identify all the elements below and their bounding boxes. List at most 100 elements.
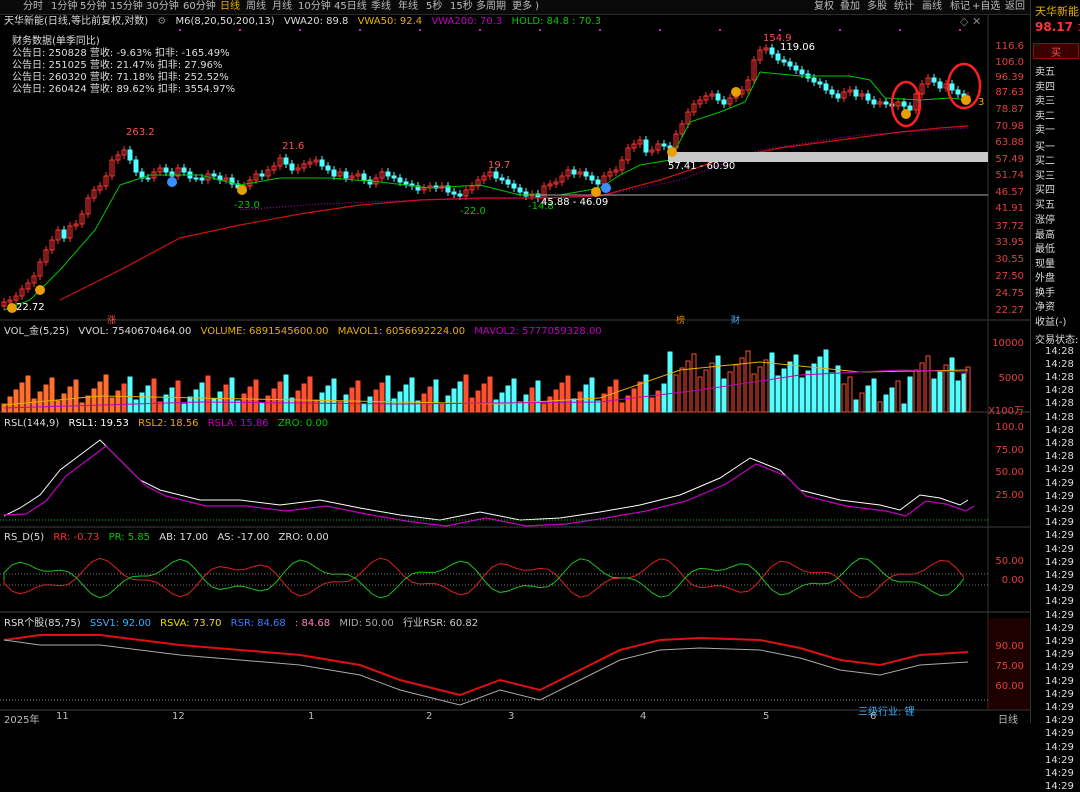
volume-bar — [271, 388, 277, 413]
volume-bar — [121, 383, 127, 413]
volume-bar — [67, 386, 73, 413]
volume-bar — [253, 379, 259, 413]
cai-marker[interactable]: 财 — [731, 313, 740, 326]
rsl-name[interactable]: RSL(144,9) — [4, 418, 59, 429]
vol-name[interactable]: VOL_金(5,25) — [4, 326, 69, 337]
candle-down — [781, 59, 787, 63]
candle-down — [397, 177, 403, 183]
dot-marker — [959, 29, 961, 31]
ask-row[interactable]: 卖二 — [1035, 107, 1055, 122]
bid-row[interactable]: 买五 — [1035, 196, 1055, 211]
volume-bar — [787, 361, 793, 413]
price-axis-label: 27.50 — [995, 271, 1024, 282]
volume-bar — [571, 398, 577, 413]
stat-row[interactable]: 最高 — [1035, 226, 1055, 241]
ask-row[interactable]: 卖四 — [1035, 78, 1055, 93]
candle-down — [871, 99, 877, 105]
stat-row[interactable]: 现量 — [1035, 255, 1055, 270]
candle-down — [817, 81, 823, 85]
ask-row[interactable]: 卖三 — [1035, 92, 1055, 107]
kline-chart[interactable] — [0, 0, 1030, 723]
volume-bar — [607, 386, 613, 413]
tick-time: 14:28 — [1045, 424, 1074, 436]
tick-time: 14:29 — [1045, 728, 1074, 740]
signal-badge — [35, 285, 45, 295]
rsr-axis-label: 75.00 — [995, 661, 1024, 672]
tick-time: 14:29 — [1045, 675, 1074, 687]
volume-bar — [535, 380, 541, 413]
candle-down — [931, 77, 937, 83]
x-axis-label: 2 — [426, 711, 433, 722]
volume-bar — [403, 384, 409, 413]
trade-status[interactable]: 交易状态: — [1035, 331, 1078, 346]
volume-bar — [757, 366, 763, 413]
ma-green-line — [3, 71, 969, 311]
volume-bar — [949, 357, 955, 413]
rsd-name[interactable]: RS_D(5) — [4, 532, 44, 543]
volume-bar — [559, 382, 565, 413]
volume-bar — [649, 397, 655, 413]
candle-down — [199, 177, 205, 181]
volume-bar — [781, 368, 787, 413]
buy-button[interactable]: 买 — [1033, 43, 1079, 59]
pr-value: PR: 5.85 — [108, 532, 151, 543]
volume-bar — [829, 372, 835, 413]
stat-row[interactable]: 外盘 — [1035, 269, 1055, 284]
bid-row[interactable]: 买二 — [1035, 152, 1055, 167]
stat-row[interactable]: 涨停 — [1035, 211, 1055, 226]
stat-row[interactable]: 净资 — [1035, 298, 1055, 313]
rsr-axis-label: 60.00 — [995, 681, 1024, 692]
volume-bar — [283, 374, 289, 413]
volume-bar — [61, 393, 67, 413]
x-axis-label: 日线 — [998, 715, 1018, 726]
candle-down — [181, 167, 187, 173]
low-label: -22.0 — [460, 206, 486, 217]
volume-bar — [487, 376, 493, 413]
ask-row[interactable]: 卖一 — [1035, 121, 1055, 136]
volume-bar — [475, 390, 481, 413]
volume-bar — [529, 387, 535, 413]
dot-marker — [899, 29, 901, 31]
mavol1-value: MAVOL1: 6056692224.00 — [337, 326, 466, 337]
signal-badge — [591, 187, 601, 197]
volume-bar — [367, 396, 373, 413]
ask-row[interactable]: 卖五 — [1035, 63, 1055, 78]
bid-row[interactable]: 买四 — [1035, 181, 1055, 196]
bid-row[interactable]: 买一 — [1035, 138, 1055, 153]
candle-down — [937, 81, 943, 89]
dot-marker — [359, 29, 361, 31]
candle-down — [721, 99, 727, 105]
tick-time: 14:28 — [1045, 371, 1074, 383]
volume-bar — [391, 398, 397, 413]
volume-bar — [745, 350, 751, 413]
candle-down — [343, 171, 349, 179]
rsd-axis-label: 0.00 — [1001, 575, 1024, 586]
candle-down — [517, 187, 523, 193]
candle-down — [391, 175, 397, 179]
volume-bar — [313, 399, 319, 413]
rsl-axis-label: 100.0 — [995, 422, 1024, 433]
candle-down — [583, 171, 589, 177]
stat-row[interactable]: 收益(-) — [1035, 313, 1066, 328]
volume-bar — [469, 397, 475, 413]
bang-marker[interactable]: 榜 — [676, 313, 685, 326]
candle-down — [829, 89, 835, 95]
volume-bar — [259, 402, 265, 413]
volume-bar — [133, 399, 139, 413]
signal-badge — [237, 185, 247, 195]
rsr-name[interactable]: RSR个股(85,75) — [4, 618, 81, 629]
stat-row[interactable]: 换手 — [1035, 284, 1055, 299]
order-book-panel: 天华新能 98.17 1 买 卖五卖四卖三卖二卖一买一买二买三买四买五涨停最高最… — [1030, 0, 1080, 792]
volume-bar — [73, 379, 79, 413]
candle-down — [385, 171, 391, 177]
candle-down — [589, 175, 595, 181]
bid-row[interactable]: 买三 — [1035, 167, 1055, 182]
dot-marker — [239, 29, 241, 31]
volume-bar — [613, 379, 619, 413]
volume-bar — [811, 363, 817, 413]
volume-bar — [955, 380, 961, 413]
candle-down — [259, 173, 265, 177]
stat-row[interactable]: 最低 — [1035, 240, 1055, 255]
rr-value: RR: -0.73 — [53, 532, 100, 543]
rsl-axis-label: 25.00 — [995, 490, 1024, 501]
